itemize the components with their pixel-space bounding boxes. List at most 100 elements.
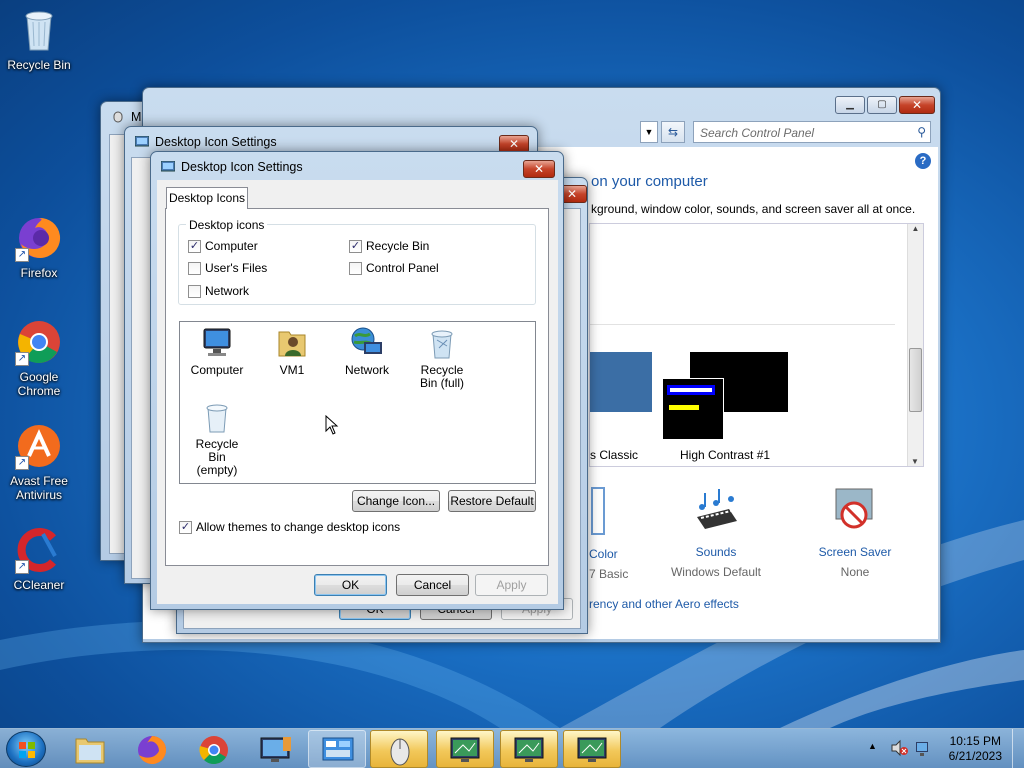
show-hidden-icons-button[interactable]: ▲	[868, 741, 877, 751]
chrome-icon: ↗	[15, 318, 63, 366]
address-dropdown-arrow[interactable]: ▼	[640, 121, 658, 143]
taskbar: ▲ 10:15 PM 6/21/2023	[0, 728, 1024, 768]
checkbox-control-panel[interactable]: Control Panel	[349, 261, 439, 275]
scroll-thumb[interactable]	[909, 348, 922, 412]
ccleaner-icon: ↗	[15, 526, 63, 574]
minimize-button[interactable]: ▁	[835, 96, 865, 114]
taskbar-desktop-icon-settings-1[interactable]	[436, 730, 494, 768]
scroll-up-arrow[interactable]: ▲	[908, 224, 923, 233]
checkbox-box[interactable]: ✓	[349, 239, 362, 253]
back-dialog-title: Desktop Icon Settings	[155, 135, 277, 149]
checkbox-box[interactable]	[349, 261, 362, 275]
change-icon-button[interactable]: Change Icon...	[352, 490, 440, 512]
desktop-icon-settings-dialog[interactable]: Desktop Icon Settings ✕ Desktop Icons De…	[150, 151, 564, 610]
network-icon	[350, 326, 384, 360]
checkbox-recycle-bin[interactable]: ✓ Recycle Bin	[349, 239, 429, 253]
chrome-icon	[199, 736, 228, 765]
theme-label-high-contrast: High Contrast #1	[680, 448, 771, 462]
sounds-label[interactable]: Sounds	[663, 545, 769, 559]
themes-divider	[590, 324, 895, 325]
desktop-icon-recycle-bin[interactable]: Recycle Bin	[1, 6, 77, 72]
checkbox-box[interactable]: ✓	[188, 239, 201, 253]
desktop-settings-icon	[134, 135, 150, 148]
tab-desktop-icons[interactable]: Desktop Icons	[166, 187, 248, 209]
theme-thumb-high-contrast[interactable]	[662, 352, 788, 440]
window-color-item[interactable]: Color 7 Basic	[589, 487, 649, 581]
shortcut-arrow-icon: ↗	[15, 352, 29, 366]
taskbar-chrome[interactable]	[184, 730, 242, 768]
windows-logo-icon	[19, 742, 35, 758]
hc-highlight	[669, 405, 699, 410]
clock-date: 6/21/2023	[948, 749, 1002, 763]
checkbox-users-files[interactable]: User's Files	[188, 261, 267, 275]
desktop-icon-label: Firefox	[20, 266, 58, 280]
themes-scrollbar[interactable]: ▲ ▼	[907, 224, 923, 466]
taskbar-desktop-icon-settings-3[interactable]	[563, 730, 621, 768]
checkbox-box[interactable]: ✓	[179, 520, 192, 534]
group-label: Desktop icons	[186, 218, 268, 232]
restore-default-button[interactable]: Restore Default	[448, 490, 536, 512]
checkbox-network[interactable]: Network	[188, 284, 249, 298]
maximize-button[interactable]: ▢	[867, 96, 897, 114]
firefox-icon: ↗	[15, 214, 63, 262]
taskbar-control-panel[interactable]	[308, 730, 366, 768]
screen-saver-sub: None	[840, 565, 870, 579]
desktop-icon-ccleaner[interactable]: ↗ CCleaner	[1, 526, 77, 592]
icon-item-vm1[interactable]: VM1	[252, 326, 332, 377]
icon-item-computer[interactable]: Computer	[177, 326, 257, 377]
display-icon	[577, 737, 607, 762]
taskbar-explorer[interactable]	[60, 730, 118, 768]
taskbar-mouse-properties[interactable]	[370, 730, 428, 768]
start-button[interactable]	[6, 731, 46, 767]
sounds-item[interactable]: Sounds Windows Default	[663, 487, 769, 579]
network-tray-icon[interactable]	[914, 739, 932, 757]
folder-icon	[75, 738, 105, 764]
taskbar-firefox[interactable]	[122, 730, 180, 768]
window-color-label[interactable]: Color	[589, 547, 649, 561]
volume-muted-icon[interactable]	[890, 739, 908, 757]
sounds-icon	[691, 487, 741, 535]
icon-item-network[interactable]: Network	[327, 326, 407, 377]
checkbox-box[interactable]	[188, 261, 201, 275]
desktop-icon-chrome[interactable]: ↗ Google Chrome	[1, 318, 77, 398]
help-icon[interactable]: ?	[915, 153, 931, 169]
sounds-sub: Windows Default	[670, 565, 762, 579]
icon-list[interactable]: Computer VM1 Network Recycle Bin (full) …	[179, 321, 536, 484]
shortcut-arrow-icon: ↗	[15, 248, 29, 262]
desktop-icon-label: Google Chrome	[17, 370, 61, 398]
shortcut-arrow-icon: ↗	[15, 456, 29, 470]
themes-list[interactable]: s Classic High Contrast #1 ▲ ▼	[589, 223, 924, 467]
firefox-icon	[138, 735, 167, 764]
desktop-icon-avast[interactable]: ↗ Avast Free Antivirus	[1, 422, 77, 502]
hc-preview-window	[662, 378, 724, 440]
search-icon: ⚲	[917, 125, 926, 139]
checkbox-computer[interactable]: ✓ Computer	[188, 239, 258, 253]
apply-button[interactable]: Apply	[475, 574, 548, 596]
search-input[interactable]: Search Control Panel ⚲	[693, 121, 931, 143]
checkbox-box[interactable]	[188, 284, 201, 298]
shortcut-arrow-icon: ↗	[15, 560, 29, 574]
clock[interactable]: 10:15 PM 6/21/2023	[949, 734, 1002, 764]
dialog-client: Desktop Icons Desktop icons ✓ Computer ✓…	[157, 180, 558, 604]
ok-button[interactable]: OK	[314, 574, 387, 596]
desktop-icon-firefox[interactable]: ↗ Firefox	[1, 214, 77, 280]
cancel-button[interactable]: Cancel	[396, 574, 469, 596]
checkbox-allow-themes[interactable]: ✓ Allow themes to change desktop icons	[179, 520, 400, 534]
scroll-down-arrow[interactable]: ▼	[908, 457, 922, 466]
taskbar-desktop-icon-settings-2[interactable]	[500, 730, 558, 768]
taskbar-personalization[interactable]	[246, 730, 304, 768]
icon-item-recycle-bin-empty[interactable]: Recycle Bin (empty)	[177, 400, 257, 477]
mouse-properties-icon	[111, 111, 125, 123]
window-color-icon	[591, 487, 605, 535]
close-button[interactable]: ✕	[899, 96, 935, 114]
icon-item-recycle-bin-full[interactable]: Recycle Bin (full)	[402, 326, 482, 390]
show-desktop-button[interactable]	[1012, 729, 1024, 768]
close-button[interactable]: ✕	[523, 160, 555, 178]
computer-icon	[200, 326, 234, 360]
screen-saver-label[interactable]: Screen Saver	[803, 545, 907, 559]
refresh-button[interactable]: ⇆	[661, 121, 685, 143]
clock-time: 10:15 PM	[949, 734, 1001, 748]
theme-thumb-classic[interactable]	[590, 352, 652, 412]
screen-saver-item[interactable]: Screen Saver None	[803, 487, 907, 579]
aero-effects-link[interactable]: rency and other Aero effects	[589, 597, 739, 611]
